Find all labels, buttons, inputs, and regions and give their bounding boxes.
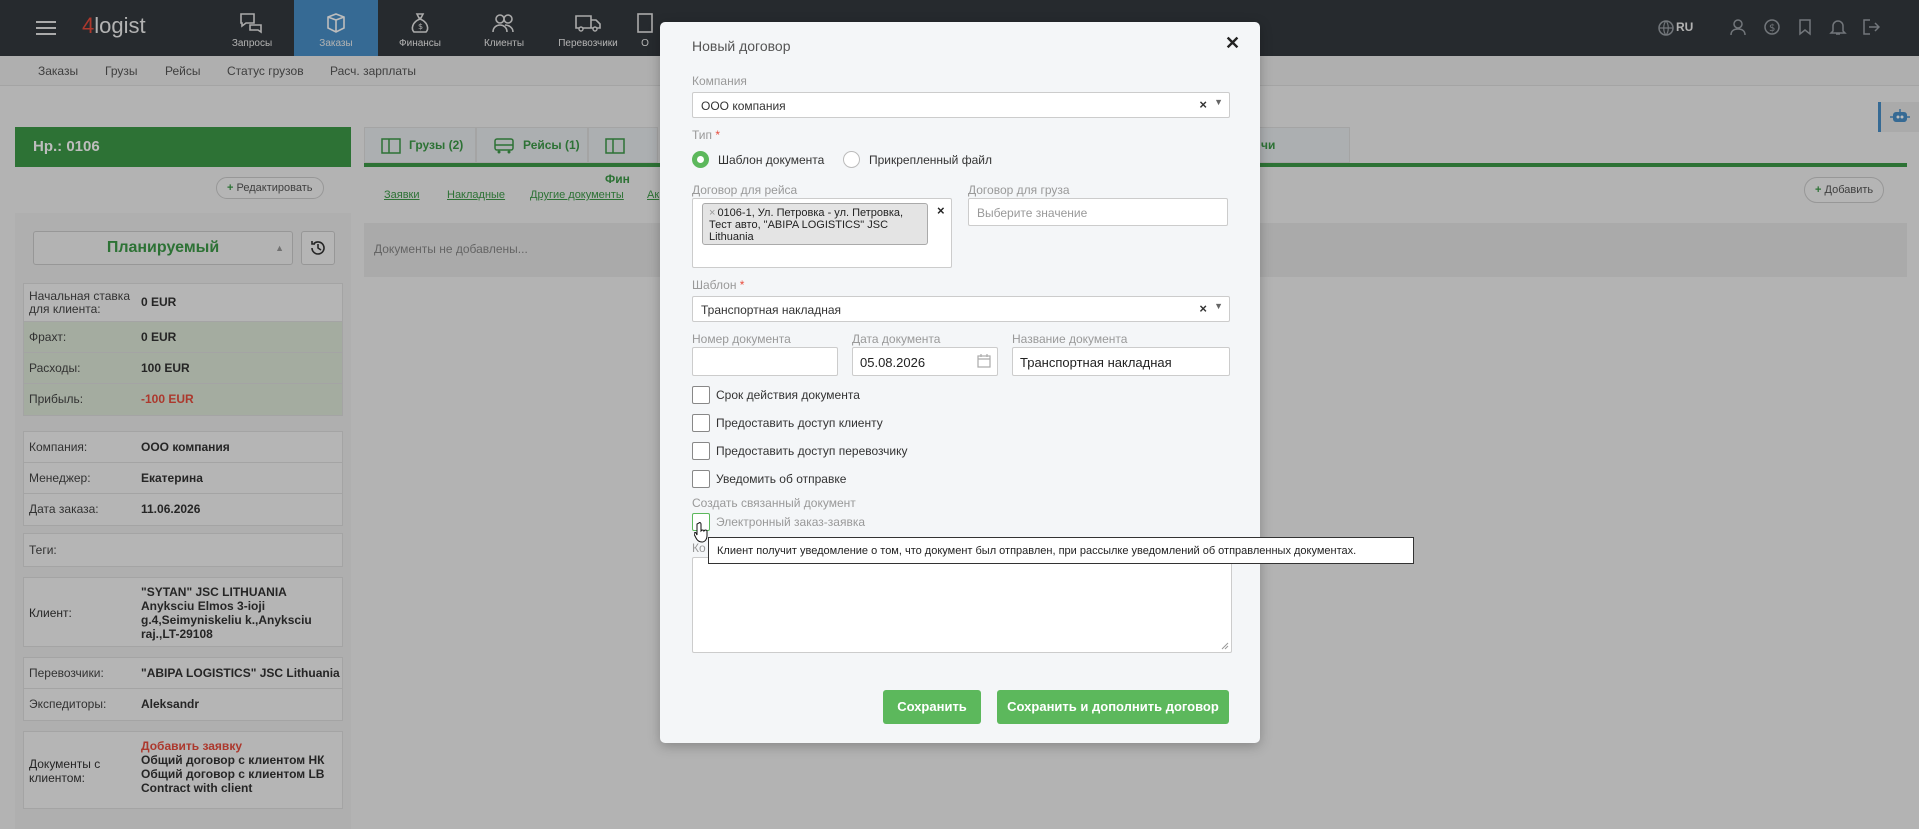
- cargo-contract-select[interactable]: Выберите значение: [968, 198, 1228, 226]
- validity-checkbox[interactable]: [692, 386, 710, 404]
- linked-doc-label: Создать связанный документ: [692, 496, 856, 510]
- remove-tag-icon[interactable]: ×: [709, 207, 715, 219]
- carrier-access-checkbox[interactable]: [692, 442, 710, 460]
- clear-icon[interactable]: ×: [1199, 97, 1207, 112]
- doc-name-input[interactable]: Транспортная накладная: [1012, 347, 1230, 376]
- type-file-radio[interactable]: [843, 151, 860, 168]
- client-access-checkbox[interactable]: [692, 414, 710, 432]
- notify-checkbox[interactable]: [692, 470, 710, 488]
- linked-doc-option-label: Электронный заказ-заявка: [716, 515, 866, 529]
- clear-icon[interactable]: ×: [937, 203, 945, 218]
- doc-date-input[interactable]: 05.08.2026: [852, 347, 998, 376]
- company-select[interactable]: ООО компания × ▼: [692, 92, 1230, 118]
- trip-contract-label: Договор для рейса: [692, 183, 798, 197]
- cargo-contract-label: Договор для груза: [968, 183, 1070, 197]
- doc-name-label: Название документа: [1012, 332, 1128, 346]
- chevron-down-icon: ▼: [1214, 97, 1223, 107]
- notify-label: Уведомить об отправке: [716, 472, 847, 486]
- carrier-access-label: Предоставить доступ перевозчику: [716, 444, 908, 458]
- notify-tooltip: Клиент получит уведомление о том, что до…: [708, 537, 1414, 564]
- resize-handle-icon[interactable]: [1221, 642, 1229, 650]
- save-and-extend-button[interactable]: Сохранить и дополнить договор: [997, 690, 1229, 724]
- modal-title: Новый договор: [692, 38, 791, 54]
- type-label: Тип *: [692, 128, 721, 142]
- calendar-icon[interactable]: [977, 354, 991, 368]
- template-select[interactable]: Транспортная накладная × ▼: [692, 296, 1230, 322]
- trip-contract-select[interactable]: × 0106-1, Ул. Петровка - ул. Петровка, Те…: [692, 198, 952, 268]
- close-icon[interactable]: ✕: [1225, 33, 1240, 54]
- comment-textarea[interactable]: [692, 557, 1232, 653]
- client-access-label: Предоставить доступ клиенту: [716, 416, 883, 430]
- template-label: Шаблон *: [692, 278, 745, 292]
- company-label: Компания: [692, 74, 747, 88]
- validity-label: Срок действия документа: [716, 388, 860, 402]
- type-template-radio[interactable]: [692, 151, 709, 168]
- hand-cursor-icon: [694, 522, 708, 543]
- trip-tag: × 0106-1, Ул. Петровка - ул. Петровка, Те…: [702, 203, 928, 245]
- new-contract-modal: Новый договор ✕ Компания ООО компания × ▼ …: [660, 22, 1260, 743]
- save-button[interactable]: Сохранить: [883, 690, 981, 724]
- comment-label: Ко: [692, 541, 706, 555]
- type-template-label: Шаблон документа: [718, 153, 825, 167]
- clear-icon[interactable]: ×: [1199, 301, 1207, 316]
- doc-number-label: Номер документа: [692, 332, 791, 346]
- doc-date-label: Дата документа: [852, 332, 941, 346]
- doc-number-input[interactable]: [692, 347, 838, 376]
- chevron-down-icon: ▼: [1214, 301, 1223, 311]
- type-file-label: Прикрепленный файл: [869, 153, 992, 167]
